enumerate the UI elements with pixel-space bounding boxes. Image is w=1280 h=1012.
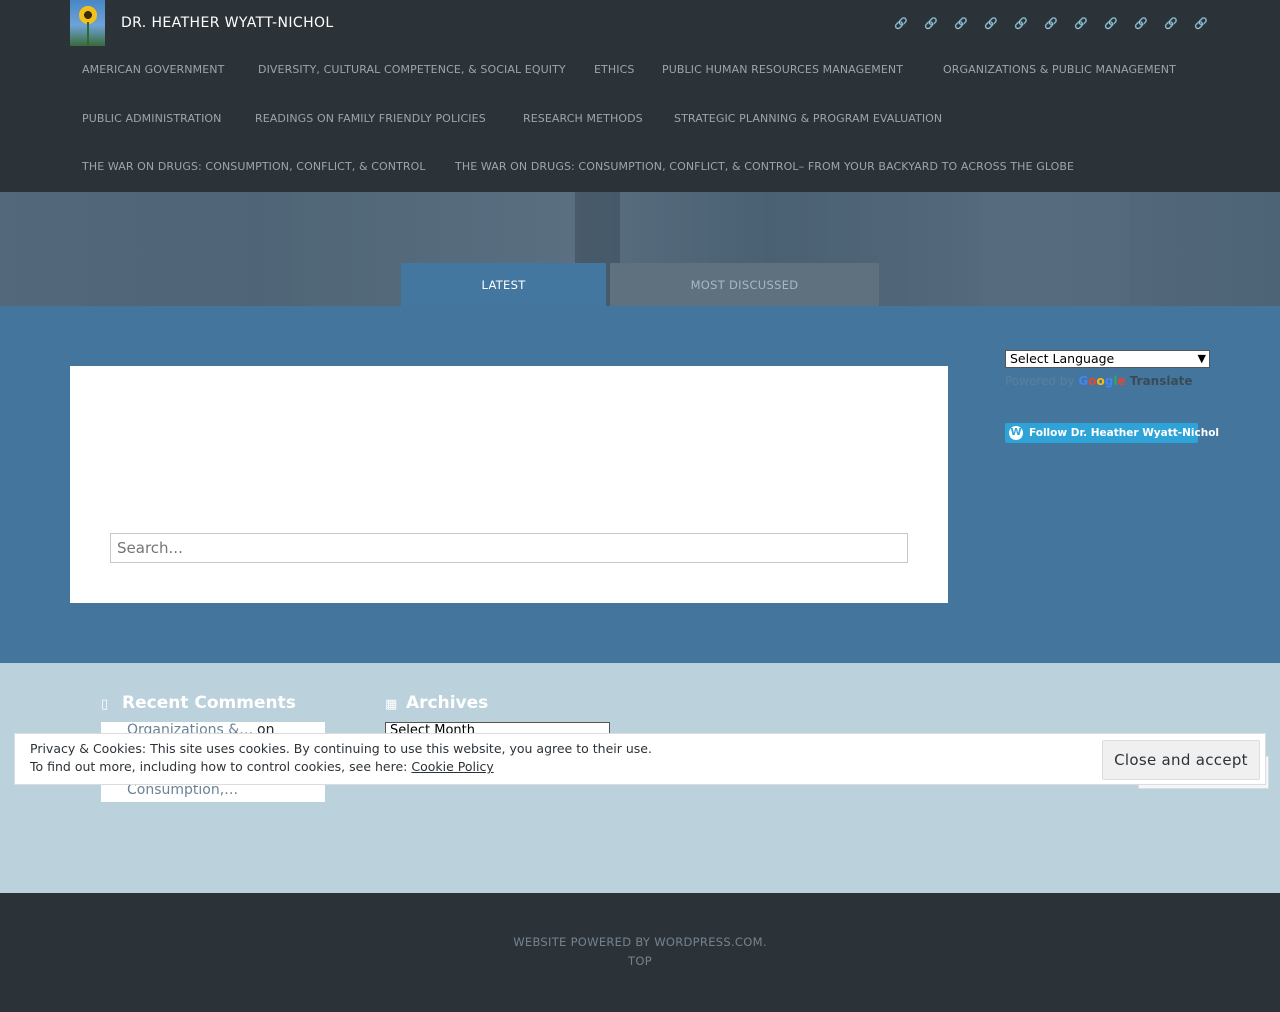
social-link-icon[interactable]: 🔗 [1014,16,1028,32]
social-link-icon[interactable]: 🔗 [924,16,938,32]
google-letter: o [1088,374,1097,388]
social-link-icon[interactable]: 🔗 [1134,16,1148,32]
language-select[interactable]: Select Language ▼ [1005,350,1210,368]
google-letter: o [1096,374,1105,388]
cookie-policy-line: To find out more, including how to contr… [30,759,494,774]
social-link-icon[interactable]: 🔗 [1194,16,1208,32]
main-content: Select Language ▼ Powered by Google Tran… [0,306,1280,663]
social-link-icon[interactable]: 🔗 [1104,16,1118,32]
social-link-icon[interactable]: 🔗 [954,16,968,32]
nav-strategic-planning[interactable]: STRATEGIC PLANNING & PROGRAM EVALUATION [674,112,942,125]
site-footer: WEBSITE POWERED BY WORDPRESS.COM. TOP [0,893,1280,1012]
nav-diversity[interactable]: DIVERSITY, CULTURAL COMPETENCE, & SOCIAL… [258,63,566,76]
recent-comments-title: Recent Comments [122,693,296,713]
tab-latest[interactable]: LATEST [401,263,606,306]
archives-title: Archives [406,693,489,713]
follow-button[interactable]: W Follow Dr. Heather Wyatt-Nichol [1005,423,1219,443]
nav-war-on-drugs-global[interactable]: THE WAR ON DRUGS: CONSUMPTION, CONFLICT,… [455,160,1074,173]
calendar-icon: ▦ [385,697,398,712]
chevron-down-icon: ▼ [1197,352,1206,365]
site-header: DR. HEATHER WYATT-NICHOL 🔗 🔗 🔗 🔗 🔗 🔗 🔗 🔗… [0,0,1280,192]
nav-public-hr-management[interactable]: PUBLIC HUMAN RESOURCES MANAGEMENT [662,63,903,76]
google-letter: G [1078,374,1089,388]
search-input[interactable] [110,533,908,563]
follow-button-label: Follow Dr. Heather Wyatt-Nichol [1029,427,1220,439]
site-logo[interactable] [70,0,105,46]
close-and-accept-button[interactable]: Close and accept [1102,740,1260,780]
cookie-banner: Privacy & Cookies: This site uses cookie… [14,733,1266,785]
tab-most-discussed[interactable]: MOST DISCUSSED [610,263,879,306]
google-logo[interactable]: Google [1078,374,1129,388]
back-to-top-link[interactable]: TOP [0,954,1280,968]
social-link-icon[interactable]: 🔗 [984,16,998,32]
nav-american-government[interactable]: AMERICAN GOVERNMENT [82,63,224,76]
hero-image-shade [980,192,1130,306]
recent-comments-heading: ▯ Recent Comments [101,693,296,713]
hero-image-shade [0,192,290,306]
cookie-notice-text: Privacy & Cookies: This site uses cookie… [30,741,652,756]
google-letter: e [1117,374,1126,388]
nav-organizations-public-management[interactable]: ORGANIZATIONS & PUBLIC MANAGEMENT [943,63,1176,76]
language-select-value: Select Language [1010,351,1115,366]
translate-label: Translate [1129,374,1193,388]
nav-research-methods[interactable]: RESEARCH METHODS [523,112,643,125]
nav-public-administration[interactable]: PUBLIC ADMINISTRATION [82,112,222,125]
cookie-policy-link[interactable]: Cookie Policy [411,759,493,774]
hero-banner: LATEST MOST DISCUSSED [0,192,1280,306]
social-link-icon[interactable]: 🔗 [1074,16,1088,32]
nav-ethics[interactable]: ETHICS [594,63,634,76]
social-link-icon[interactable]: 🔗 [894,16,908,32]
sunflower-stem [87,22,89,46]
cookie-policy-prefix: To find out more, including how to contr… [30,759,412,774]
archives-heading: ▦ Archives [385,693,488,713]
social-link-icon[interactable]: 🔗 [1164,16,1178,32]
powered-by-label: Powered by [1005,374,1075,388]
google-translate-credit: Powered by Google Translate [1005,374,1192,388]
nav-war-on-drugs[interactable]: THE WAR ON DRUGS: CONSUMPTION, CONFLICT,… [82,160,426,173]
wordpress-credit-link[interactable]: WEBSITE POWERED BY WORDPRESS.COM. [0,935,1280,949]
nav-family-friendly-policies[interactable]: READINGS ON FAMILY FRIENDLY POLICIES [255,112,486,125]
site-title[interactable]: DR. HEATHER WYATT-NICHOL [121,15,334,31]
comment-icon: ▯ [101,697,109,712]
wordpress-icon: W [1009,426,1023,440]
content-card [70,366,948,603]
social-link-icon[interactable]: 🔗 [1044,16,1058,32]
